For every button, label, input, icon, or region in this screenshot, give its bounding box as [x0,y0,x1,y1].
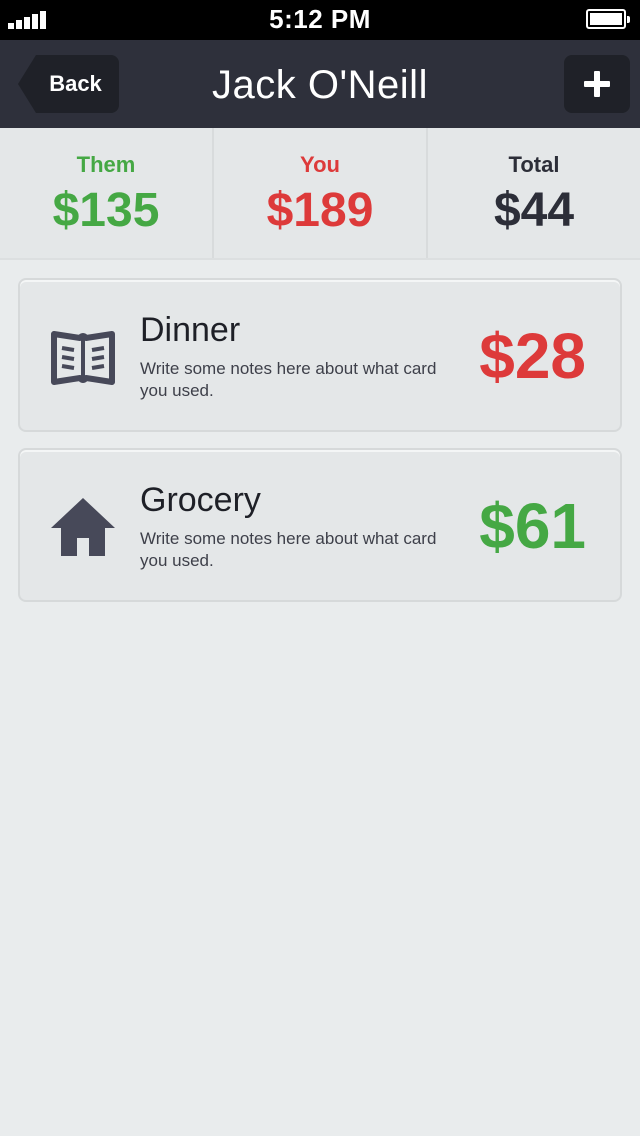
add-button[interactable] [564,55,630,113]
summary-total-label: Total [508,152,560,177]
status-time: 5:12 PM [269,4,371,34]
transaction-card[interactable]: Dinner Write some notes here about what … [18,278,622,432]
transaction-amount: $28 [479,320,586,392]
battery-full-icon [586,9,630,29]
summary-them-value: $135 [52,184,160,237]
transaction-title: Dinner [140,311,241,349]
summary-you-label: You [300,152,340,177]
transaction-notes: Write some notes here about what card yo… [140,529,437,570]
summary-you-value: $189 [266,184,374,237]
summary-total-value: $44 [493,184,575,237]
house-icon [51,498,115,556]
summary-them-label: Them [76,152,136,177]
back-button[interactable]: Back [18,55,119,113]
nav-bar: Back Jack O'Neill [0,40,640,128]
transaction-notes: Write some notes here about what card yo… [140,359,437,400]
transaction-card[interactable]: Grocery Write some notes here about what… [18,448,622,602]
balance-summary: Them $135 You $189 Total $44 [0,128,640,260]
summary-them: Them $135 [0,128,214,258]
back-button-label: Back [49,71,102,96]
transaction-title: Grocery [140,481,261,519]
status-bar: 5:12 PM [0,0,640,40]
transaction-amount: $61 [479,490,586,562]
book-icon [51,331,115,385]
summary-total: Total $44 [428,128,640,258]
page-title: Jack O'Neill [212,63,428,107]
summary-you: You $189 [214,128,428,258]
